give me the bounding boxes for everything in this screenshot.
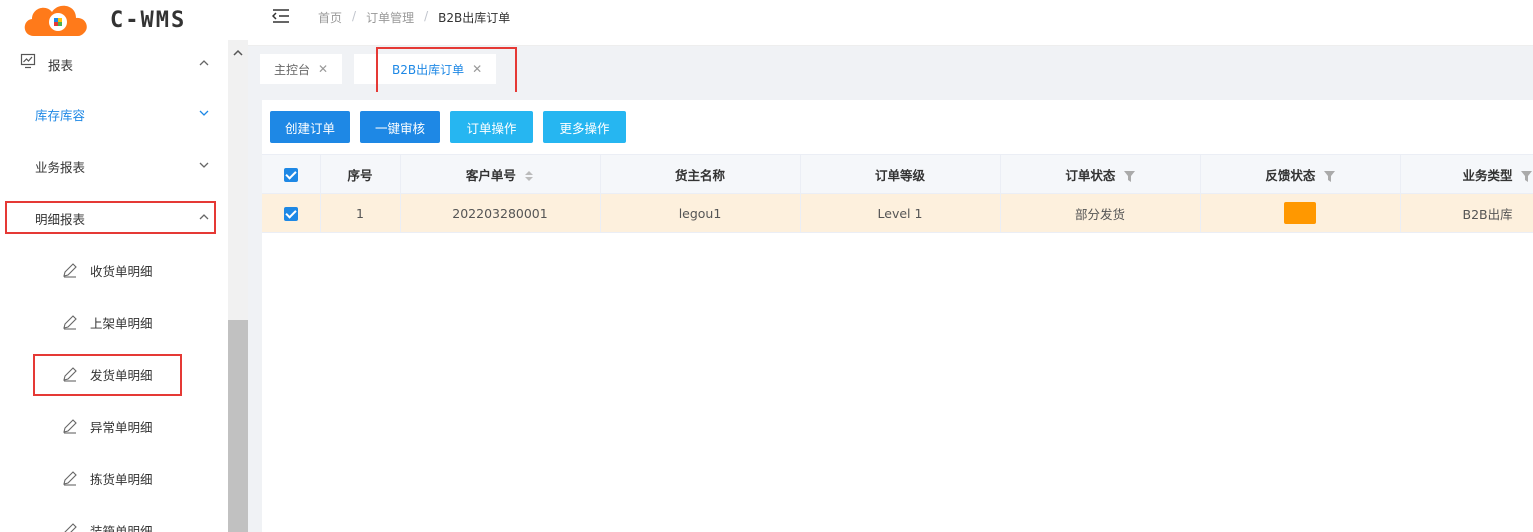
feedback-status-badge[interactable]: [1284, 202, 1316, 224]
filter-icon[interactable]: [1520, 170, 1532, 182]
breadcrumb-current: B2B出库订单: [438, 11, 511, 25]
sidebar-item-packing-detail[interactable]: 装箱单明细: [0, 506, 228, 532]
sidebar-item-label: 报表: [48, 57, 74, 73]
logo-text: C-WMS: [110, 7, 187, 33]
sidebar-item-label: 明细报表: [35, 211, 86, 227]
sidebar-item-label: 发货单明细: [90, 367, 153, 383]
column-header-label: 反馈状态: [1265, 167, 1316, 183]
sidebar-menu: 报表 库存库容 业务报表 明细报表 收货单明细 上架单明细 发货单明细 异常单明…: [0, 40, 228, 532]
sidebar-item-exception-detail[interactable]: 异常单明细: [0, 402, 228, 450]
edit-icon: [63, 315, 77, 330]
column-header-label: 订单状态: [1065, 167, 1116, 183]
chart-icon: [20, 53, 36, 69]
sidebar-item-picking-detail[interactable]: 拣货单明细: [0, 454, 228, 502]
sidebar-item-label: 收货单明细: [90, 263, 153, 279]
tab-label: 主控台: [274, 62, 311, 77]
table-row[interactable]: 1 202203280001 legou1 Level 1 部分发货 B2B出库: [262, 193, 1533, 233]
sidebar-item-label: 业务报表: [35, 159, 86, 175]
tab-b2b-outbound-order[interactable]: B2B出库订单 ✕: [354, 54, 497, 84]
cell-owner-name: legou1: [600, 193, 801, 233]
sidebar-item-label: 库存库容: [35, 107, 86, 123]
filter-icon[interactable]: [1123, 170, 1135, 182]
breadcrumb-section[interactable]: 订单管理: [366, 9, 414, 26]
sidebar-scrollbar[interactable]: [228, 40, 248, 532]
close-icon[interactable]: ✕: [318, 62, 328, 76]
sidebar-item-business-reports[interactable]: 业务报表: [0, 142, 228, 190]
cell-business-type: B2B出库: [1400, 193, 1533, 233]
edit-icon: [63, 471, 77, 486]
logo[interactable]: C-WMS: [20, 0, 186, 40]
menu-fold-icon[interactable]: [272, 8, 290, 24]
column-header-label: 客户单号: [465, 167, 516, 183]
orders-table: 序号 客户单号 货主名称 订单等级 订单状态 反馈状态 业务类型 1 20220…: [262, 154, 1533, 233]
sidebar-item-reports[interactable]: 报表: [0, 40, 228, 88]
sidebar-item-receipt-detail[interactable]: 收货单明细: [0, 246, 228, 294]
tabs-bar: 主控台 ✕ B2B出库订单 ✕: [248, 46, 1533, 92]
order-list-card: 创建订单 一键审核 订单操作 更多操作 序号 客户单号 货主名称 订单等级 订单…: [262, 100, 1533, 532]
chevron-up-icon: [199, 214, 209, 220]
select-all-cell: [262, 154, 321, 194]
breadcrumb: 首页 / 订单管理 / B2B出库订单: [318, 9, 510, 26]
select-all-checkbox[interactable]: [283, 167, 298, 182]
table-header-row: 序号 客户单号 货主名称 订单等级 订单状态 反馈状态 业务类型: [262, 154, 1533, 194]
cell-order-level: Level 1: [800, 193, 1001, 233]
chevron-down-icon: [199, 110, 209, 116]
sidebar-item-label: 拣货单明细: [90, 471, 153, 487]
scrollbar-thumb[interactable]: [228, 320, 248, 532]
scroll-up-arrow-icon[interactable]: [228, 46, 248, 60]
cell-seq: 1: [320, 193, 401, 233]
column-header-customer-no[interactable]: 客户单号: [400, 154, 601, 194]
row-checkbox[interactable]: [283, 206, 298, 221]
cloud-logo-icon: [24, 5, 87, 36]
breadcrumb-separator: /: [424, 9, 429, 23]
order-operations-button[interactable]: 订单操作: [450, 111, 534, 143]
create-order-button[interactable]: 创建订单: [270, 111, 351, 143]
more-operations-button[interactable]: 更多操作: [543, 111, 627, 143]
column-header-seq: 序号: [320, 154, 401, 194]
sidebar-item-putaway-detail[interactable]: 上架单明细: [0, 298, 228, 346]
sidebar-item-label: 装箱单明细: [90, 523, 153, 532]
column-header-label: 业务类型: [1462, 167, 1513, 183]
tab-dashboard[interactable]: 主控台 ✕: [260, 54, 343, 84]
sidebar-item-detail-reports[interactable]: 明细报表: [0, 194, 228, 242]
cell-feedback-status: [1200, 193, 1401, 233]
sidebar: C-WMS 报表 库存库容 业务报表 明细报表 收货单明细 上架单明细 发货单明…: [0, 0, 248, 532]
cell-order-status: 部分发货: [1000, 193, 1201, 233]
sort-icon[interactable]: [524, 170, 534, 182]
tab-label: B2B出库订单: [392, 62, 465, 77]
close-icon[interactable]: ✕: [472, 62, 482, 76]
sidebar-item-label: 异常单明细: [90, 419, 153, 435]
column-header-feedback-status[interactable]: 反馈状态: [1200, 154, 1401, 194]
filter-icon[interactable]: [1323, 170, 1335, 182]
cell-customer-no: 202203280001: [400, 193, 601, 233]
column-header-order-status[interactable]: 订单状态: [1000, 154, 1201, 194]
breadcrumb-separator: /: [352, 9, 357, 23]
row-select-cell: [262, 193, 321, 233]
chevron-up-icon: [199, 60, 209, 66]
toolbar: 创建订单 一键审核 订单操作 更多操作: [270, 111, 636, 143]
one-click-review-button[interactable]: 一键审核: [360, 111, 441, 143]
column-header-business-type[interactable]: 业务类型: [1400, 154, 1533, 194]
edit-icon: [63, 263, 77, 278]
edit-icon: [63, 367, 77, 382]
breadcrumb-home[interactable]: 首页: [318, 9, 342, 26]
edit-icon: [64, 523, 77, 532]
edit-icon: [63, 419, 77, 434]
column-header-owner-name: 货主名称: [600, 154, 801, 194]
sidebar-item-inventory-capacity[interactable]: 库存库容: [0, 90, 228, 138]
column-header-order-level: 订单等级: [800, 154, 1001, 194]
top-header: 首页 / 订单管理 / B2B出库订单: [248, 0, 1533, 46]
chevron-down-icon: [199, 162, 209, 168]
sidebar-item-label: 上架单明细: [90, 315, 153, 331]
sidebar-item-shipment-detail[interactable]: 发货单明细: [0, 350, 228, 398]
